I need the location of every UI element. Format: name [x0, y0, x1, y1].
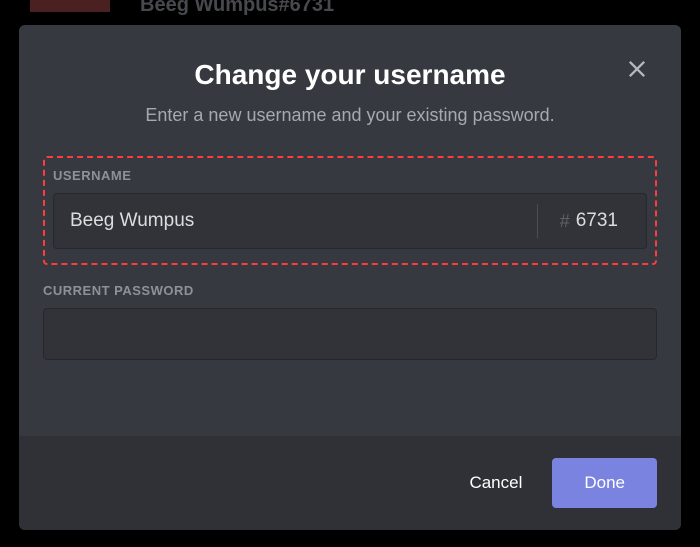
- modal-title: Change your username: [43, 59, 657, 91]
- discriminator-display: # 6731: [538, 194, 646, 248]
- username-label: USERNAME: [53, 168, 647, 183]
- done-button[interactable]: Done: [552, 458, 657, 508]
- modal-footer: Cancel Done: [19, 436, 681, 530]
- username-input[interactable]: [54, 194, 537, 248]
- password-label: CURRENT PASSWORD: [43, 283, 657, 298]
- username-field-row: # 6731: [53, 193, 647, 249]
- username-highlight-box: USERNAME # 6731: [43, 156, 657, 265]
- close-button[interactable]: [623, 55, 651, 83]
- discriminator-hash: #: [560, 211, 570, 232]
- modal-body: USERNAME # 6731 CURRENT PASSWORD: [19, 126, 681, 436]
- backdrop-username: Beeg Wumpus#6731: [0, 0, 700, 20]
- modal-header: Change your username Enter a new usernam…: [19, 25, 681, 126]
- change-username-modal: Change your username Enter a new usernam…: [19, 25, 681, 530]
- password-input[interactable]: [43, 308, 657, 360]
- modal-subtitle: Enter a new username and your existing p…: [43, 105, 657, 126]
- cancel-button[interactable]: Cancel: [457, 463, 534, 503]
- close-icon: [625, 57, 649, 81]
- discriminator-value: 6731: [576, 210, 618, 232]
